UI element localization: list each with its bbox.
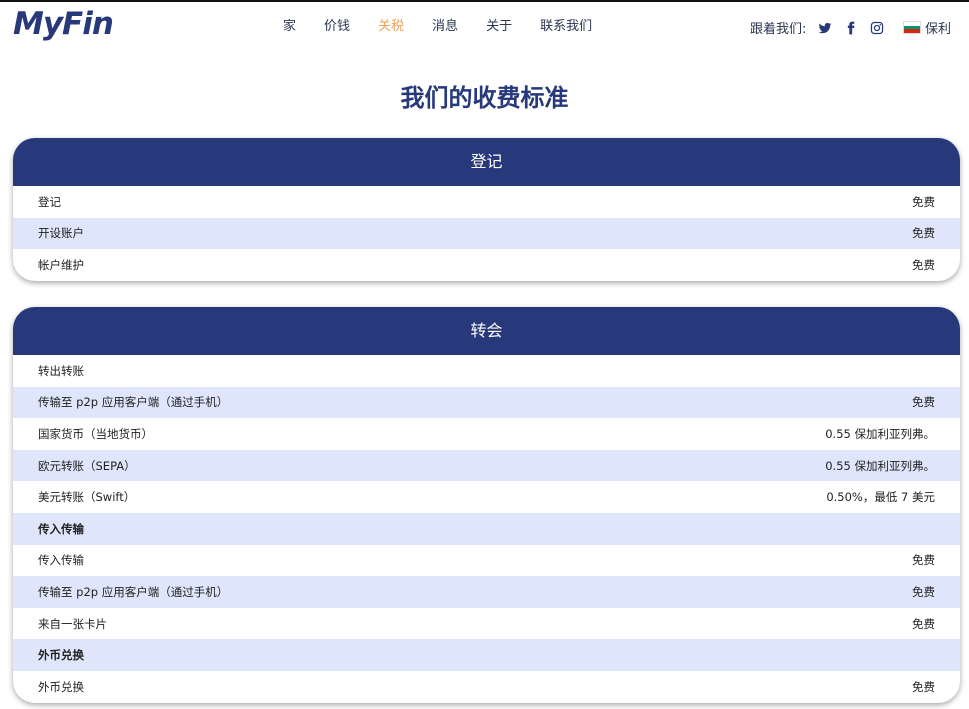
- fee-value: 免费: [912, 226, 935, 241]
- fee-label: 传入传输: [38, 553, 84, 568]
- social-follow: 跟着我们:: [750, 18, 884, 37]
- nav-pricing[interactable]: 价钱: [324, 18, 350, 36]
- fee-label: 欧元转账（SEPA）: [38, 458, 136, 473]
- fee-row: 开设账户 免费: [13, 217, 960, 250]
- fee-label: 传输至 p2p 应用客户端（通过手机）: [38, 395, 229, 410]
- twitter-icon[interactable]: [818, 21, 832, 35]
- fee-value: 0.50%，最低 7 美元: [826, 490, 935, 505]
- nav-tariffs[interactable]: 关税: [378, 18, 404, 36]
- fee-row: 转出转账: [13, 355, 960, 387]
- instagram-icon[interactable]: [870, 21, 884, 35]
- fee-label: 外币兑换: [38, 679, 84, 694]
- fee-label: 外币兑换: [38, 648, 84, 663]
- fee-value: 免费: [912, 616, 935, 631]
- site-header: MyFin 家 价钱 关税 消息 关于 联系我们 跟着我们: 保利: [0, 2, 969, 52]
- myfin-logo[interactable]: MyFin: [13, 6, 114, 42]
- fee-row: 传输至 p2p 应用客户端（通过手机） 免费: [13, 576, 960, 608]
- fee-row: 欧元转账（SEPA） 0.55 保加利亚列弗。: [13, 449, 960, 482]
- fee-value: 0.55 保加利亚列弗。: [825, 426, 935, 441]
- nav-contact[interactable]: 联系我们: [540, 18, 592, 36]
- fee-value: 0.55 保加利亚列弗。: [825, 458, 935, 473]
- section-header-row: 外币兑换: [13, 639, 960, 671]
- nav-about[interactable]: 关于: [486, 18, 512, 36]
- fee-card-transfers: 转会 转出转账 传输至 p2p 应用客户端（通过手机） 免费 国家货币（当地货币） 0.…: [13, 307, 960, 703]
- fee-label: 美元转账（Swift）: [38, 490, 136, 505]
- facebook-icon[interactable]: [844, 21, 858, 35]
- fee-value: 免费: [912, 395, 935, 410]
- fee-value: 免费: [912, 257, 935, 272]
- fee-label: 转出转账: [38, 363, 84, 378]
- fee-label: 传输至 p2p 应用客户端（通过手机）: [38, 584, 229, 599]
- fee-rows: 转出转账 传输至 p2p 应用客户端（通过手机） 免费 国家货币（当地货币） 0.55 …: [13, 355, 960, 703]
- card-title: 转会: [13, 307, 960, 355]
- fee-value: 免费: [912, 679, 935, 694]
- main-nav: 家 价钱 关税 消息 关于 联系我们: [283, 18, 620, 36]
- fee-row: 传输至 p2p 应用客户端（通过手机） 免费: [13, 386, 960, 419]
- fee-label: 传入传输: [38, 521, 84, 536]
- fee-row: 帐户维护 免费: [13, 249, 960, 281]
- language-label: 保利: [925, 22, 952, 37]
- fee-label: 帐户维护: [38, 257, 84, 272]
- fee-row: 外币兑换 免费: [13, 671, 960, 703]
- fee-card-registration: 登记 登记 免费 开设账户 免费 帐户维护 免费: [13, 138, 960, 281]
- fee-value: 免费: [912, 553, 935, 568]
- fee-label: 登记: [38, 194, 61, 209]
- follow-label: 跟着我们:: [750, 22, 807, 37]
- fee-value: 免费: [912, 194, 935, 209]
- fee-row: 传入传输 免费: [13, 545, 960, 577]
- nav-news[interactable]: 消息: [432, 18, 458, 36]
- section-header-row: 传入传输: [13, 512, 960, 545]
- fee-label: 国家货币（当地货币）: [38, 426, 153, 441]
- nav-home[interactable]: 家: [283, 18, 296, 36]
- page-title: 我们的收费标准: [400, 84, 569, 112]
- card-title: 登记: [13, 138, 960, 186]
- fee-row: 美元转账（Swift） 0.50%，最低 7 美元: [13, 481, 960, 513]
- bulgaria-flag-icon: [903, 21, 921, 34]
- fee-row: 来自一张卡片 免费: [13, 608, 960, 640]
- fee-value: 免费: [912, 584, 935, 599]
- fee-rows: 登记 免费 开设账户 免费 帐户维护 免费: [13, 186, 960, 281]
- fee-label: 来自一张卡片: [38, 616, 107, 631]
- fee-label: 开设账户: [38, 226, 84, 241]
- fee-row: 登记 免费: [13, 186, 960, 218]
- fee-row: 国家货币（当地货币） 0.55 保加利亚列弗。: [13, 418, 960, 450]
- language-selector[interactable]: 保利: [903, 18, 951, 37]
